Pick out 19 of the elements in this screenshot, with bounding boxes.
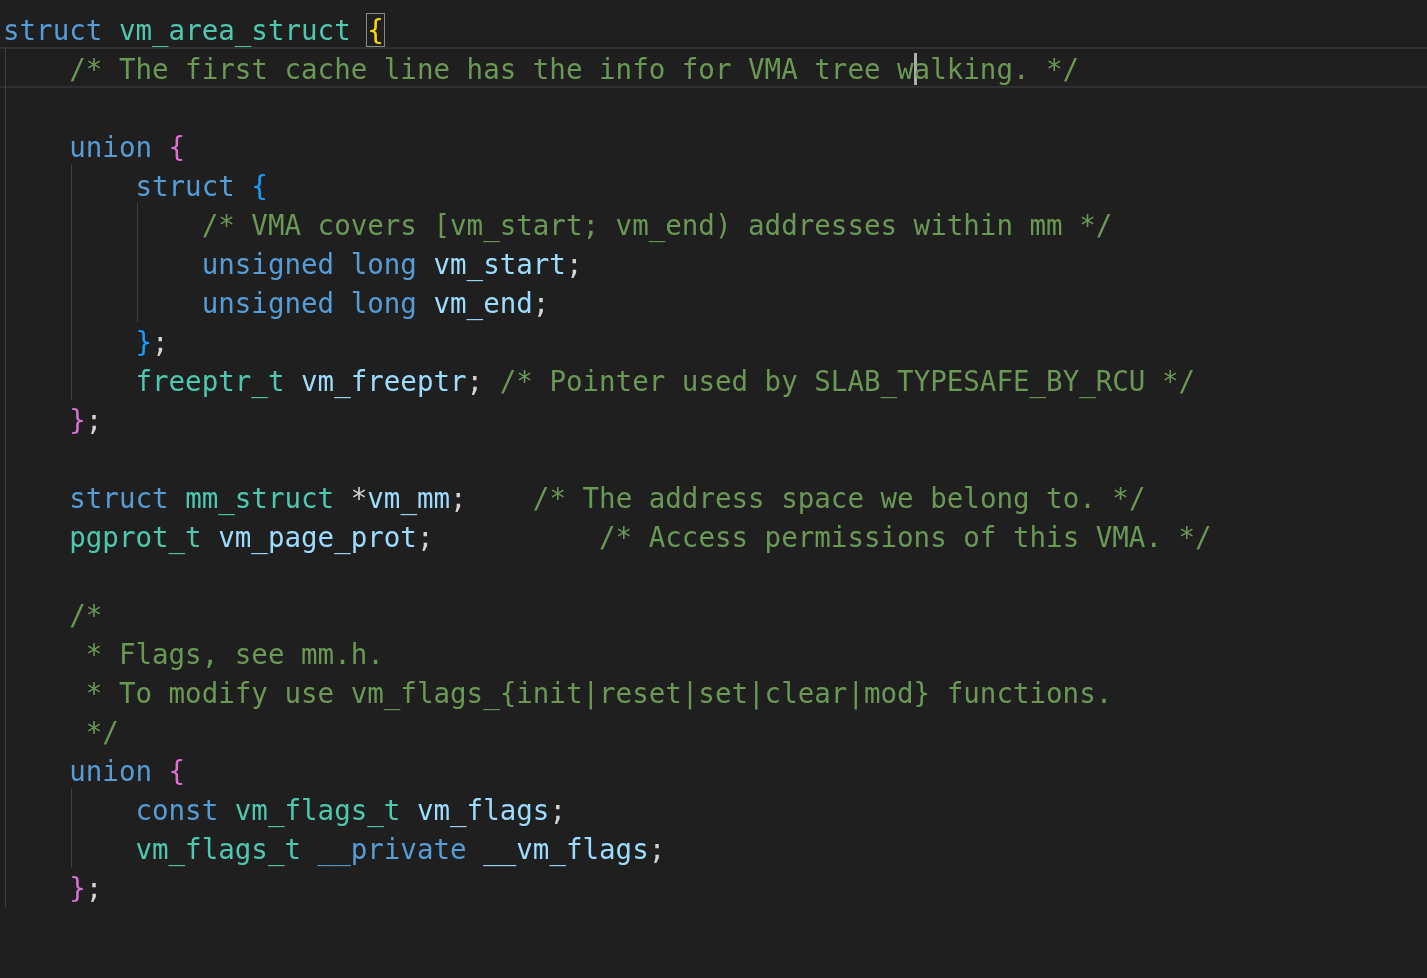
code-line: union { [68, 131, 186, 163]
code-line: */ [84, 716, 119, 748]
code-line: * Flags, see mm.h. [84, 638, 384, 670]
code-line: unsigned long vm_start; [200, 248, 583, 280]
code-line: struct { [134, 170, 268, 202]
code-line: /* VMA covers [vm_start; vm_end) addresses within mm */ [200, 209, 1113, 241]
code-line: union { [68, 755, 186, 787]
code-line: }; [68, 404, 103, 436]
code-line: }; [68, 872, 103, 904]
code-line: vm_flags_t __private __vm_flags; [134, 833, 666, 865]
code-line: }; [134, 326, 169, 358]
code-line: struct vm_area_struct { [3, 14, 384, 46]
code-line: pgprot_t vm_page_prot; /* Access permissions of this VMA. */ [68, 521, 1212, 553]
code-line: * To modify use vm_flags_{init|reset|set|clear|mod} functions. [84, 677, 1113, 709]
code-line: const vm_flags_t vm_flags; [134, 794, 566, 826]
code-line: /* [68, 599, 103, 631]
code-line: struct mm_struct *vm_mm; /* The address space we belong to. */ [68, 482, 1146, 514]
code-line: freeptr_t vm_freeptr; /* Pointer used by SLAB_TYPESAFE_BY_RCU */ [134, 365, 1196, 397]
code-line: unsigned long vm_end; [200, 287, 550, 319]
